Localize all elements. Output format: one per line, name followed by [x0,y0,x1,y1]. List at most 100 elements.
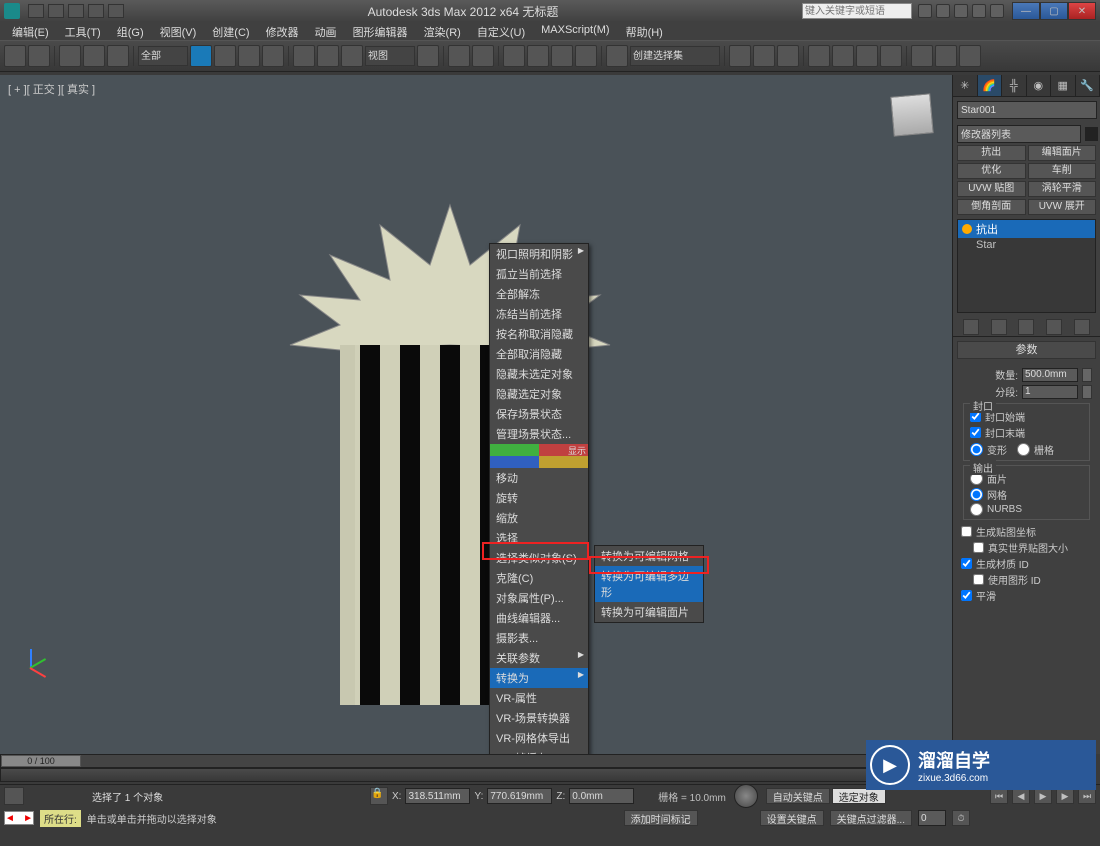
cm-freeze-sel[interactable]: 冻结当前选择 [490,304,588,324]
keyboard-shortcut-button[interactable] [472,45,494,67]
menu-help[interactable]: 帮助(H) [618,22,671,40]
coord-y-input[interactable] [487,788,552,804]
graphite-button[interactable] [808,45,830,67]
qat-save[interactable] [68,4,84,18]
pivot-button[interactable] [417,45,439,67]
manipulate-button[interactable] [448,45,470,67]
window-crossing-button[interactable] [262,45,284,67]
cm-rotate[interactable]: 旋转 [490,488,588,508]
cm-convert-to[interactable]: 转换为 [490,668,588,688]
select-by-name-button[interactable] [214,45,236,67]
align-button[interactable] [753,45,775,67]
qat-undo[interactable] [88,4,104,18]
named-sel-combo[interactable]: 创建选择集 [630,46,720,66]
snap-percent-button[interactable] [551,45,573,67]
time-ruler[interactable] [0,768,952,782]
cm-vr-mesh-export[interactable]: VR-网格体导出 [490,728,588,748]
exchange-icon[interactable] [954,4,968,18]
redo-button[interactable] [28,45,50,67]
viewcube[interactable] [890,93,933,136]
cm-curve-editor[interactable]: 曲线编辑器... [490,608,588,628]
amount-spinner[interactable] [1022,368,1078,382]
cm-unhide-all[interactable]: 全部取消隐藏 [490,344,588,364]
tab-hierarchy[interactable]: ╬ [1002,75,1027,96]
modbtn-optimize[interactable]: 优化 [957,163,1026,179]
cm-clone[interactable]: 克隆(C) [490,568,588,588]
menu-maxscript[interactable]: MAXScript(M) [533,22,617,40]
menu-group[interactable]: 组(G) [109,22,152,40]
chk-gen-uvw[interactable] [961,526,972,537]
chk-smooth[interactable] [961,590,972,601]
set-key-icon[interactable] [734,784,758,808]
play-button[interactable]: ▶ [1034,788,1052,804]
coord-z-input[interactable] [569,788,634,804]
menu-tools[interactable]: 工具(T) [57,22,109,40]
ref-coord-combo[interactable]: 视图 [365,46,415,66]
cm-object-props[interactable]: 对象属性(P)... [490,588,588,608]
modifier-list-combo[interactable]: 修改器列表 [957,125,1081,143]
cm-viewport-lighting[interactable]: 视口照明和阴影 [490,244,588,264]
select-region-button[interactable] [238,45,260,67]
modifier-stack[interactable]: 抗出 Star [957,219,1096,313]
stack-extrude[interactable]: 抗出 [958,220,1095,238]
chk-cap-end[interactable] [970,427,981,438]
configure-sets-button[interactable] [1074,319,1090,335]
menu-edit[interactable]: 编辑(E) [4,22,57,40]
tab-modify[interactable]: 🌈 [978,75,1003,96]
cm-hide-selected[interactable]: 隐藏选定对象 [490,384,588,404]
scale-button[interactable] [341,45,363,67]
show-end-result-button[interactable] [991,319,1007,335]
spinner-snap-button[interactable] [575,45,597,67]
unlink-button[interactable] [83,45,105,67]
menu-modifiers[interactable]: 修改器 [258,22,307,40]
help-search-input[interactable] [802,3,912,19]
bulb-icon[interactable] [962,224,972,234]
help-icon[interactable] [990,4,1004,18]
qat-open[interactable] [48,4,64,18]
rad-grid[interactable] [1017,443,1030,456]
rollout-parameters[interactable]: 参数 [957,341,1096,359]
search-icon[interactable] [918,4,932,18]
next-frame-button[interactable]: ▶ [1056,788,1074,804]
menu-grapheditors[interactable]: 图形编辑器 [345,22,416,40]
cm-vr-props[interactable]: VR-属性 [490,688,588,708]
close-button[interactable]: ✕ [1068,2,1096,20]
menu-views[interactable]: 视图(V) [152,22,205,40]
subscription-icon[interactable] [936,4,950,18]
app-icon[interactable] [4,3,20,19]
prev-frame-button[interactable]: ◀ [1012,788,1030,804]
named-sel-edit-button[interactable] [606,45,628,67]
bind-spacewarp-button[interactable] [107,45,129,67]
viewport-label[interactable]: [ + ][ 正交 ][ 真实 ] [8,81,95,97]
goto-start-button[interactable]: ⏮ [990,788,1008,804]
chk-use-shapeid[interactable] [973,574,984,585]
maxscript-mini-button[interactable] [4,787,24,805]
render-button[interactable] [959,45,981,67]
chk-gen-matid[interactable] [961,558,972,569]
key-filters-button[interactable]: 关键点过滤器... [830,810,912,826]
menu-create[interactable]: 创建(C) [204,22,257,40]
snap-angle-button[interactable] [527,45,549,67]
time-slider-thumb[interactable]: 0 / 100 [1,755,81,767]
minimize-button[interactable]: — [1012,2,1040,20]
schematic-button[interactable] [856,45,878,67]
cm-isolate[interactable]: 孤立当前选择 [490,264,588,284]
select-object-button[interactable] [190,45,212,67]
snap-2d-button[interactable] [503,45,525,67]
cm-manage-scene-state[interactable]: 管理场景状态... [490,424,588,444]
tab-create[interactable]: ✳ [953,75,978,96]
qat-new[interactable] [28,4,44,18]
rotate-button[interactable] [317,45,339,67]
remove-modifier-button[interactable] [1046,319,1062,335]
render-setup-button[interactable] [911,45,933,67]
rad-mesh[interactable] [970,488,983,501]
undo-button[interactable] [4,45,26,67]
time-config-button[interactable]: ⏱ [952,810,970,826]
modbtn-turbosmooth[interactable]: 涡轮平滑 [1028,181,1097,197]
move-button[interactable] [293,45,315,67]
key-filter-combo[interactable]: 选定对象 [832,788,886,804]
mini-listener-arrows[interactable] [4,811,34,825]
coord-x-input[interactable] [405,788,470,804]
auto-key-button[interactable]: 自动关键点 [766,788,830,804]
time-slider[interactable]: 0 / 100 [0,754,952,768]
